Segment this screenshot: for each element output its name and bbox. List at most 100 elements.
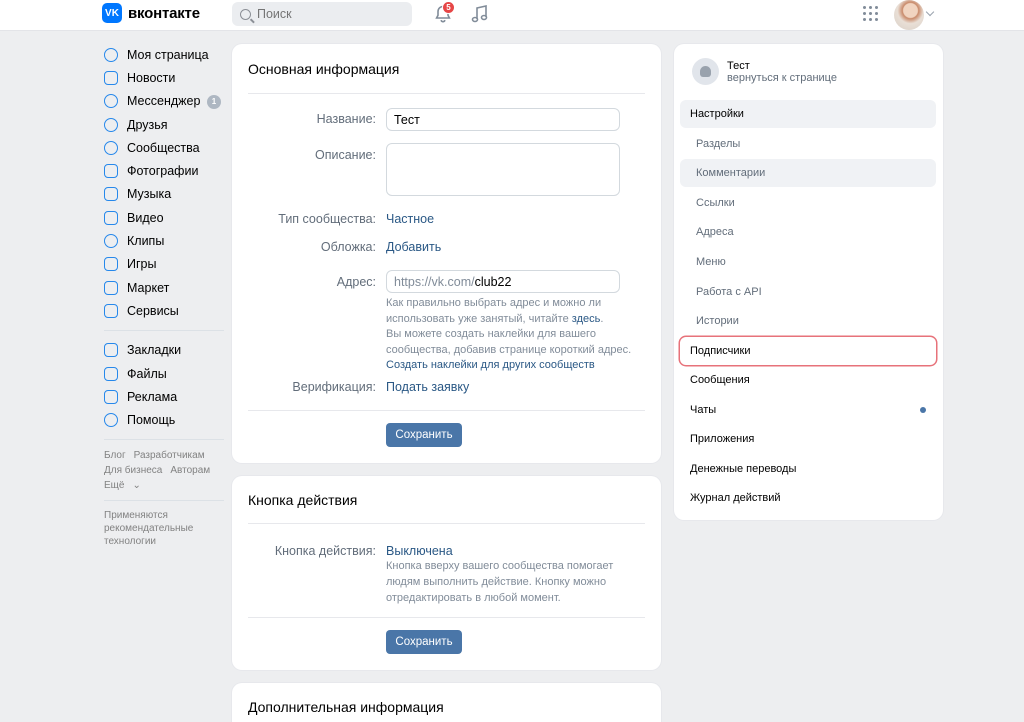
communities-icon [104,140,118,155]
card-divider [248,410,645,411]
card-divider [248,93,645,94]
footer-link-developers[interactable]: Разработчикам [134,450,205,461]
menu-item-chats[interactable]: Чаты [680,396,936,424]
stickers-hint: Вы можете создать наклейки для вашего со… [386,328,632,371]
message-icon [104,94,118,109]
cover-label: Обложка: [320,240,376,254]
search-box[interactable] [232,2,412,26]
nav-item-bookmarks[interactable]: Закладки [104,339,224,362]
verification-apply-link[interactable]: Подать заявку [386,380,469,394]
menu-item-addresses[interactable]: Адреса [680,218,936,246]
group-header[interactable]: Тест вернуться к странице [692,58,837,85]
address-prefix: https://vk.com/ [394,275,475,289]
nav-item-my-page[interactable]: Моя страница [104,43,224,66]
messenger-counter-badge: 1 [207,94,221,109]
nav-item-market[interactable]: Маркет [104,276,224,299]
nav-divider [104,438,224,440]
action-button-label: Кнопка действия: [274,544,376,558]
bookmark-icon [104,343,118,358]
footer-link-more[interactable]: Ещё [104,480,124,491]
music-note-icon[interactable] [471,4,489,24]
left-navigation: Моя страница Новости Мессенджер 1 Друзья … [104,43,224,548]
card-title: Дополнительная информация [248,699,444,715]
menu-item-api[interactable]: Работа с API [680,278,936,306]
menu-item-settings[interactable]: Настройки [680,100,936,128]
user-circle-icon [104,47,118,62]
apps-grid-icon[interactable] [863,6,878,21]
nav-item-clips[interactable]: Клипы [104,229,224,252]
card-title: Кнопка действия [248,492,358,508]
community-type-value[interactable]: Частное [386,212,434,226]
vk-logo-text: вконтакте [128,4,200,22]
footer-link-authors[interactable]: Авторам [170,465,210,476]
nav-item-communities[interactable]: Сообщества [104,136,224,159]
save-button[interactable]: Сохранить [386,630,462,654]
friends-icon [104,117,118,132]
nav-item-services[interactable]: Сервисы [104,299,224,322]
notifications-badge: 5 [442,1,455,14]
photo-icon [104,164,118,179]
menu-item-messages[interactable]: Сообщения [680,366,936,394]
action-button-card: Кнопка действия Кнопка действия: Выключе… [232,476,661,670]
menu-item-stories[interactable]: Истории [680,307,936,335]
description-label: Описание: [315,148,376,162]
menu-item-comments[interactable]: Комментарии [680,159,936,187]
address-field[interactable]: https://vk.com/club22 [386,270,620,293]
group-name: Тест [727,59,750,72]
address-hint: Как правильно выбрать адрес и можно ли и… [386,297,604,325]
vk-logo[interactable]: VK вконтакте [102,3,200,23]
address-label: Адрес: [336,275,376,289]
chevron-down-icon: ⌄ [132,479,141,491]
nav-item-games[interactable]: Игры [104,253,224,276]
nav-item-friends[interactable]: Друзья [104,113,224,136]
nav-item-photos[interactable]: Фотографии [104,159,224,182]
help-icon [104,413,118,428]
cover-add-link[interactable]: Добавить [386,240,441,254]
music-icon [104,187,118,202]
name-field-value: Тест [394,113,420,127]
nav-item-files[interactable]: Файлы [104,362,224,385]
settings-menu: Тест вернуться к странице Настройки Разд… [674,44,943,520]
card-title: Основная информация [248,61,400,77]
news-icon [104,70,118,85]
user-avatar[interactable] [894,0,924,30]
services-icon [104,303,118,318]
card-divider [248,523,645,524]
main-info-card: Основная информация Название: Тест Описа… [232,44,661,463]
extra-info-card: Дополнительная информация [232,683,661,722]
top-header: VK вконтакте 5 [0,0,1024,31]
nav-item-ads[interactable]: Реклама [104,385,224,408]
action-button-hint: Кнопка вверху вашего сообщества помогает… [386,560,614,604]
description-field[interactable] [386,143,620,196]
menu-item-sections[interactable]: Разделы [680,130,936,158]
footer-link-blog[interactable]: Блог [104,450,126,461]
community-type-label: Тип сообщества: [278,212,376,226]
nav-item-music[interactable]: Музыка [104,183,224,206]
menu-item-links[interactable]: Ссылки [680,189,936,217]
unread-dot-icon [920,407,926,413]
games-icon [104,257,118,272]
create-stickers-link[interactable]: Создать наклейки для других сообществ [386,359,595,371]
nav-item-help[interactable]: Помощь [104,408,224,431]
chevron-down-icon[interactable] [925,7,935,17]
nav-divider [104,499,224,501]
search-input[interactable] [257,7,397,21]
back-to-page-link[interactable]: вернуться к странице [727,72,837,84]
name-field[interactable]: Тест [386,108,620,131]
card-divider [248,617,645,618]
ads-icon [104,389,118,404]
save-button[interactable]: Сохранить [386,423,462,447]
verification-label: Верификация: [292,380,376,394]
nav-item-messenger[interactable]: Мессенджер 1 [104,90,224,113]
address-help-link[interactable]: здесь [572,313,601,325]
menu-item-subscribers[interactable]: Подписчики [680,337,936,365]
menu-item-action-log[interactable]: Журнал действий [680,484,936,512]
menu-item-money-transfers[interactable]: Денежные переводы [680,455,936,483]
footer-links: Блог Разработчикам Для бизнеса Авторам Ещё… [104,448,224,493]
menu-item-menu[interactable]: Меню [680,248,936,276]
nav-item-news[interactable]: Новости [104,66,224,89]
footer-link-business[interactable]: Для бизнеса [104,465,162,476]
nav-item-video[interactable]: Видео [104,206,224,229]
action-button-value[interactable]: Выключена [386,544,453,558]
menu-item-apps[interactable]: Приложения [680,425,936,453]
